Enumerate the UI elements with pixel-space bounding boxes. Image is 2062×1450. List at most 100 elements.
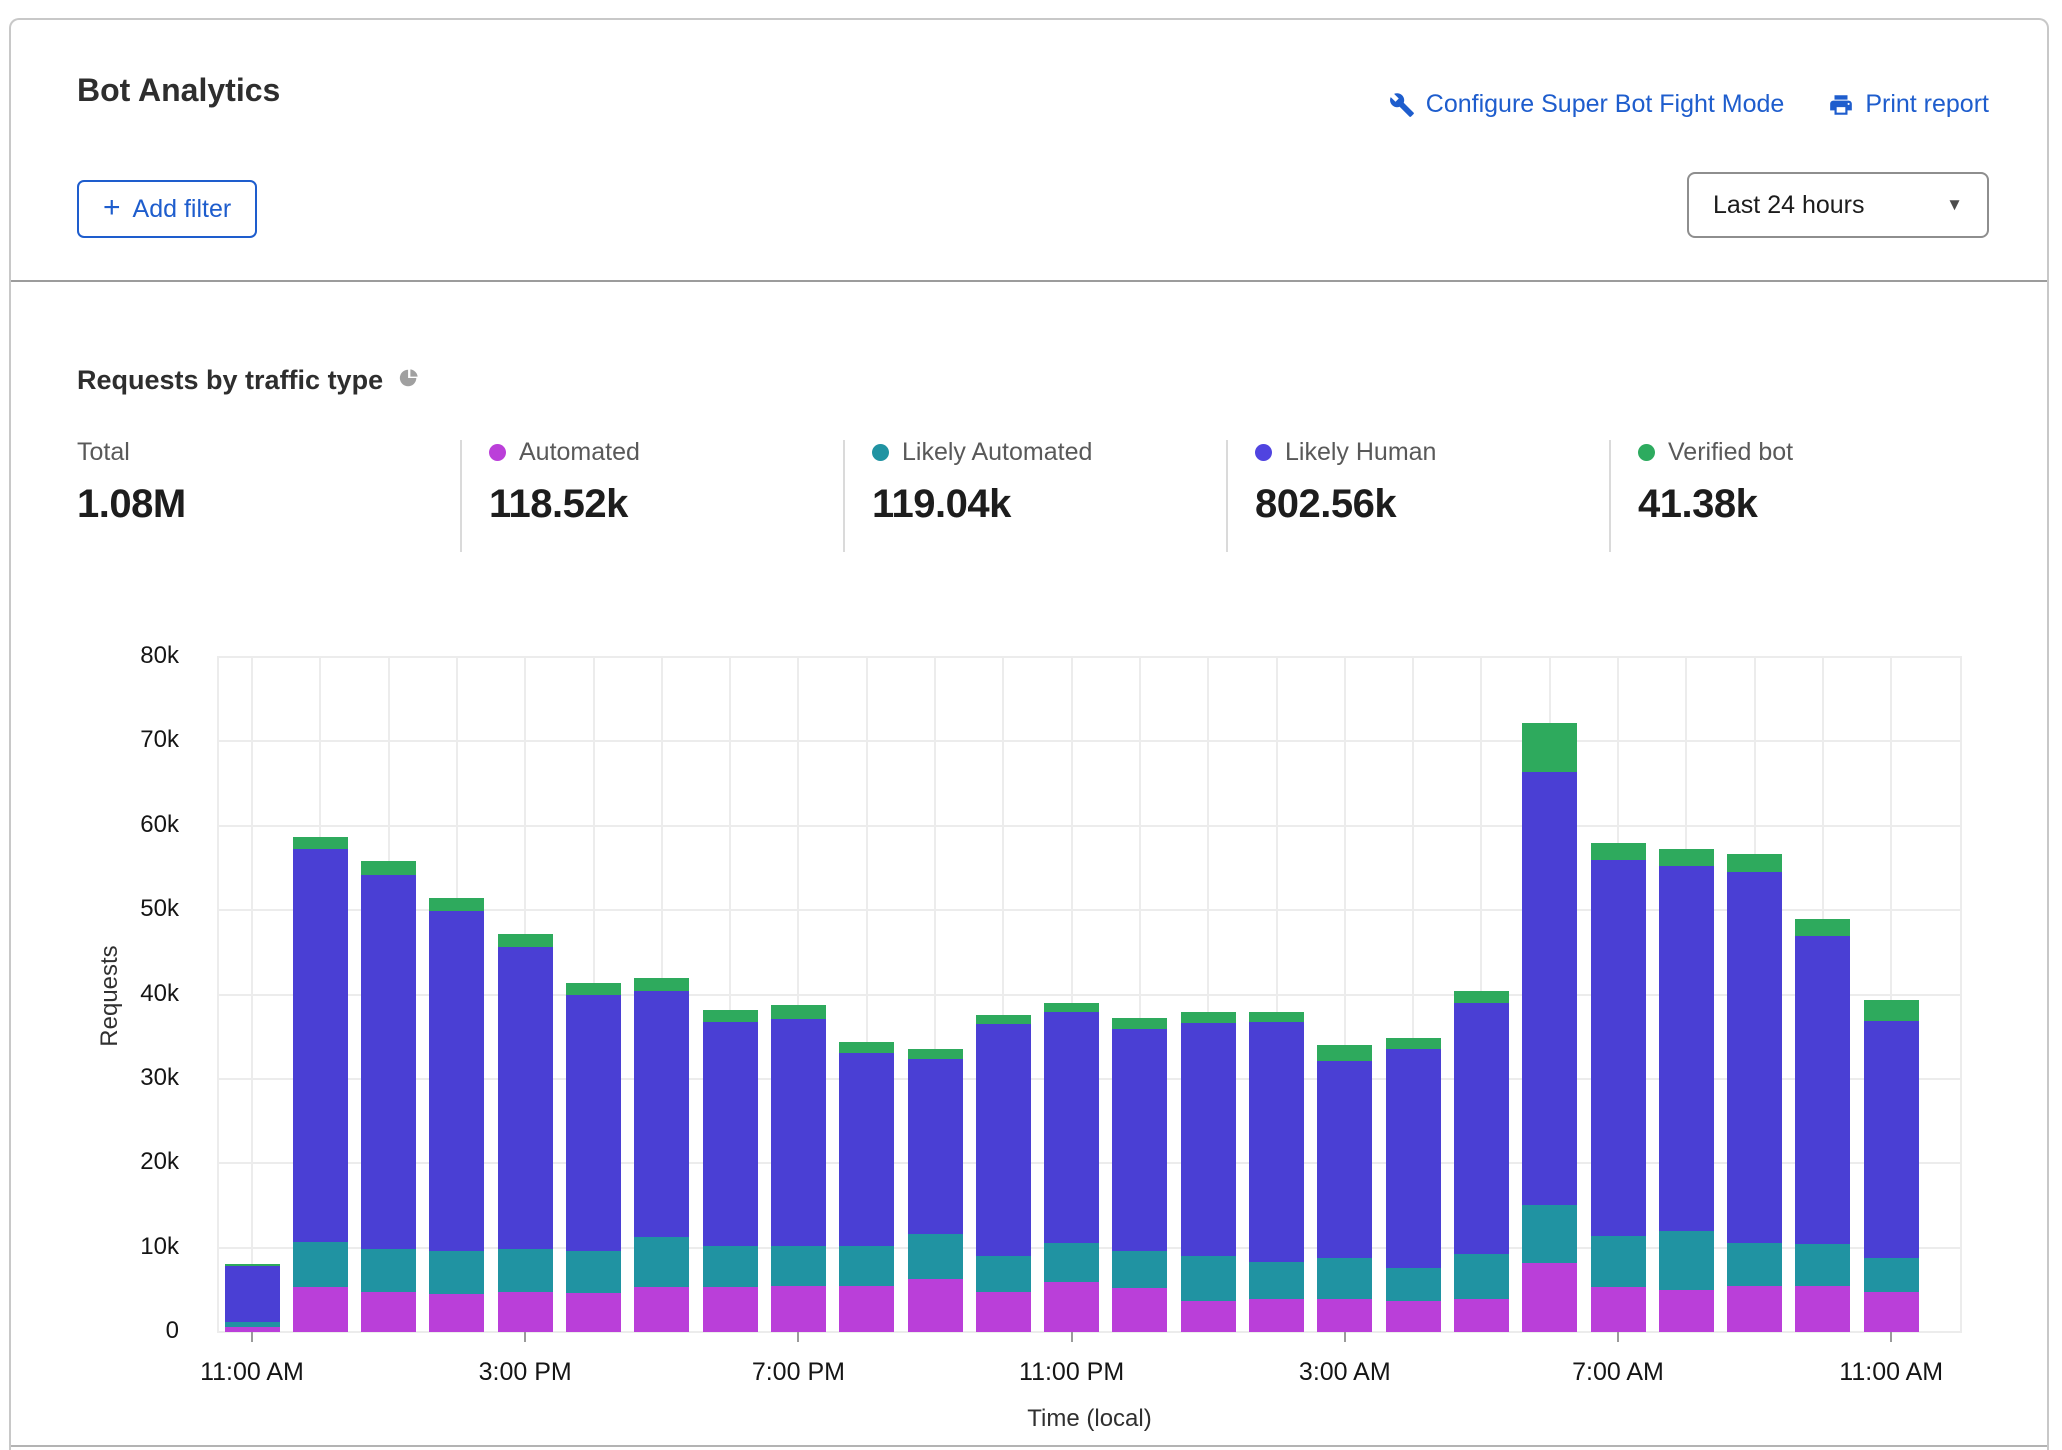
- bar-segment-likely-automated: [1454, 1254, 1509, 1299]
- stat-likely-automated-value: 119.04k: [872, 482, 1092, 527]
- bar-segment-automated: [634, 1287, 689, 1332]
- bar-segment-automated: [1454, 1299, 1509, 1332]
- bar-segment-likely-automated: [429, 1251, 484, 1294]
- configure-super-bot-fight-mode-link[interactable]: Configure Super Bot Fight Mode: [1389, 90, 1785, 119]
- chart-bar[interactable]: [1659, 657, 1714, 1332]
- time-range-dropdown[interactable]: Last 24 hours ▼: [1687, 172, 1989, 238]
- legend-dot-likely-human: [1255, 444, 1272, 461]
- x-axis-tick: [524, 1332, 526, 1342]
- bar-segment-likely-automated: [1795, 1244, 1850, 1285]
- chart-bar[interactable]: [293, 657, 348, 1332]
- stat-divider: [1609, 440, 1611, 552]
- chart-bar[interactable]: [1591, 657, 1646, 1332]
- bar-segment-likely-automated: [1591, 1236, 1646, 1287]
- chart-bar[interactable]: [1795, 657, 1850, 1332]
- bar-segment-verified-bot: [1795, 919, 1850, 936]
- chart-bar[interactable]: [1522, 657, 1577, 1332]
- chart-bar[interactable]: [1317, 657, 1372, 1332]
- chart-bar[interactable]: [1386, 657, 1441, 1332]
- bar-segment-verified-bot: [703, 1010, 758, 1022]
- bar-segment-automated: [1795, 1286, 1850, 1332]
- printer-icon: [1828, 92, 1854, 118]
- legend-dot-likely-automated: [872, 444, 889, 461]
- bar-segment-likely-automated: [1249, 1262, 1304, 1299]
- x-axis-tick-label: 11:00 PM: [1019, 1358, 1124, 1387]
- bar-segment-likely-automated: [361, 1249, 416, 1291]
- chart-bar[interactable]: [361, 657, 416, 1332]
- chart-bar[interactable]: [1454, 657, 1509, 1332]
- stat-likely-automated: Likely Automated 119.04k: [872, 438, 1092, 527]
- chart-bar[interactable]: [908, 657, 963, 1332]
- add-filter-button[interactable]: + Add filter: [77, 180, 257, 238]
- bar-segment-likely-human: [1522, 772, 1577, 1206]
- stat-automated-label: Automated: [519, 438, 640, 467]
- bar-segment-verified-bot: [1591, 843, 1646, 860]
- stat-likely-human-value: 802.56k: [1255, 482, 1436, 527]
- chart-bar[interactable]: [1181, 657, 1236, 1332]
- bar-segment-verified-bot: [1249, 1012, 1304, 1022]
- bar-segment-automated: [703, 1287, 758, 1332]
- header-actions: Configure Super Bot Fight Mode Print rep…: [1389, 90, 1989, 119]
- chart-bar[interactable]: [703, 657, 758, 1332]
- bar-segment-automated: [1864, 1292, 1919, 1332]
- chart-bar[interactable]: [566, 657, 621, 1332]
- chart-bar[interactable]: [1727, 657, 1782, 1332]
- x-axis-tick-label: 11:00 AM: [200, 1358, 304, 1387]
- chart-bar[interactable]: [976, 657, 1031, 1332]
- bar-segment-likely-human: [1591, 860, 1646, 1235]
- stat-likely-human: Likely Human 802.56k: [1255, 438, 1436, 527]
- y-axis-tick-label: 80k: [140, 642, 179, 670]
- bar-segment-verified-bot: [771, 1005, 826, 1019]
- bar-segment-automated: [1386, 1301, 1441, 1332]
- bar-segment-likely-automated: [771, 1246, 826, 1286]
- chevron-down-icon: ▼: [1946, 195, 1963, 215]
- bar-segment-automated: [566, 1293, 621, 1332]
- bar-segment-verified-bot: [1454, 991, 1509, 1003]
- y-axis-tick-label: 50k: [140, 895, 179, 923]
- chart-bar[interactable]: [839, 657, 894, 1332]
- chart-bar[interactable]: [1249, 657, 1304, 1332]
- bar-segment-likely-human: [1659, 866, 1714, 1231]
- stat-likely-automated-label: Likely Automated: [902, 438, 1092, 467]
- bar-segment-verified-bot: [976, 1015, 1031, 1024]
- pie-chart-icon: [398, 365, 420, 396]
- bar-segment-likely-human: [225, 1266, 280, 1322]
- plot-area: [217, 657, 1962, 1332]
- page-title: Bot Analytics: [77, 72, 280, 109]
- bar-segment-automated: [1112, 1288, 1167, 1332]
- bar-segment-automated: [771, 1286, 826, 1332]
- bar-segment-likely-human: [293, 849, 348, 1242]
- bar-segment-automated: [976, 1292, 1031, 1332]
- bar-segment-likely-automated: [1044, 1243, 1099, 1283]
- chart-bar[interactable]: [771, 657, 826, 1332]
- bar-segment-likely-human: [566, 995, 621, 1251]
- bar-segment-likely-human: [1317, 1061, 1372, 1258]
- x-axis-tick-label: 7:00 AM: [1572, 1358, 1664, 1387]
- chart-bar[interactable]: [225, 657, 280, 1332]
- bar-segment-likely-human: [1249, 1022, 1304, 1262]
- chart-bar[interactable]: [429, 657, 484, 1332]
- stat-verified-bot-label: Verified bot: [1668, 438, 1793, 467]
- bar-segment-automated: [1044, 1282, 1099, 1332]
- bar-segment-verified-bot: [1317, 1045, 1372, 1061]
- print-report-link[interactable]: Print report: [1828, 90, 1989, 119]
- bar-segment-automated: [1727, 1286, 1782, 1332]
- y-axis-tick-label: 60k: [140, 811, 179, 839]
- bar-segment-automated: [839, 1286, 894, 1332]
- bar-segment-likely-automated: [1659, 1231, 1714, 1290]
- section-title: Requests by traffic type: [77, 365, 420, 396]
- chart-bar[interactable]: [1864, 657, 1919, 1332]
- chart-bar[interactable]: [634, 657, 689, 1332]
- bar-segment-likely-automated: [293, 1242, 348, 1288]
- bar-segment-verified-bot: [498, 934, 553, 948]
- x-axis-title: Time (local): [217, 1405, 1962, 1433]
- chart-bar[interactable]: [498, 657, 553, 1332]
- plus-icon: +: [103, 193, 121, 223]
- bar-segment-automated: [498, 1292, 553, 1332]
- x-axis-tick-label: 11:00 AM: [1839, 1358, 1943, 1387]
- chart-bar[interactable]: [1112, 657, 1167, 1332]
- chart-bar[interactable]: [1044, 657, 1099, 1332]
- bar-segment-likely-human: [1044, 1012, 1099, 1242]
- bar-segment-verified-bot: [634, 978, 689, 991]
- x-axis-tick: [1890, 1332, 1892, 1342]
